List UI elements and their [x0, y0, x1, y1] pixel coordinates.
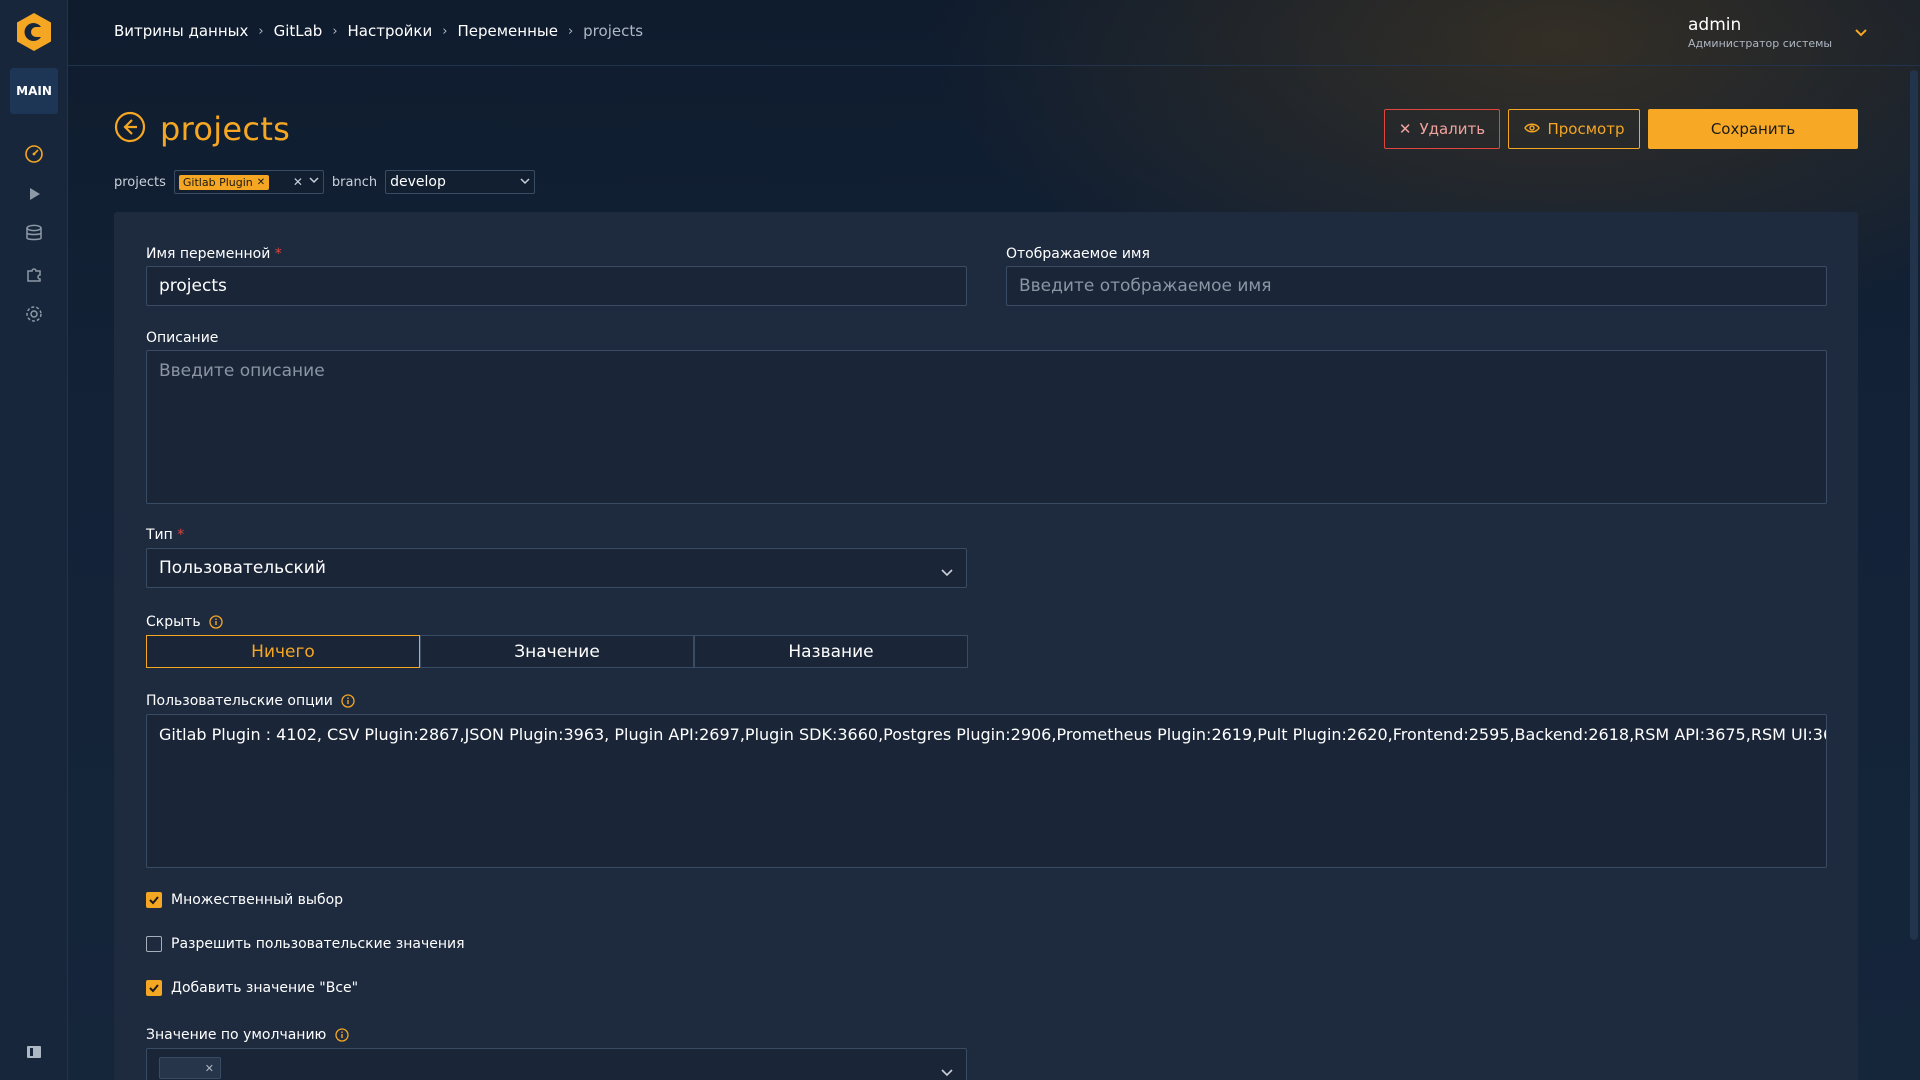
projects-filter-select[interactable]: Gitlab Plugin ✕ ✕ [173, 170, 324, 194]
breadcrumb-item[interactable]: Витрины данных [114, 22, 248, 40]
chevron-down-icon[interactable] [1854, 23, 1868, 42]
gear-icon[interactable] [24, 304, 44, 324]
required-marker: * [274, 246, 282, 262]
info-icon[interactable] [341, 694, 355, 708]
chevron-down-icon[interactable] [309, 174, 319, 189]
puzzle-icon[interactable] [24, 264, 44, 284]
back-arrow-icon[interactable] [114, 111, 146, 147]
chevron-right-icon: › [258, 23, 264, 39]
breadcrumb-item[interactable]: GitLab [274, 22, 323, 40]
description-textarea[interactable]: Введите описание [146, 350, 1827, 504]
type-select-value: Пользовательский [159, 558, 326, 578]
preview-button-label: Просмотр [1547, 120, 1625, 138]
add-all-checkbox[interactable] [146, 980, 162, 996]
display-name-label: Отображаемое имя [1006, 246, 1150, 262]
multi-select-checkbox[interactable] [146, 892, 162, 908]
selected-tag-label: Gitlab Plugin [182, 175, 253, 189]
var-name-input[interactable]: projects [146, 266, 967, 306]
user-name: admin [1688, 15, 1742, 35]
chevron-down-icon [940, 1063, 954, 1080]
remove-tag-icon[interactable]: ✕ [257, 177, 265, 188]
hide-label-text: Скрыть [146, 614, 201, 630]
hide-option-name[interactable]: Название [694, 635, 968, 668]
close-icon: ✕ [1398, 120, 1412, 138]
info-icon[interactable] [335, 1028, 349, 1042]
default-value-label: Значение по умолчанию [146, 1027, 349, 1043]
branch-filter-select[interactable]: develop [385, 170, 536, 194]
breadcrumb-item[interactable]: Переменные [457, 22, 558, 40]
clear-icon[interactable]: ✕ [293, 175, 303, 189]
delete-button[interactable]: ✕ Удалить [1384, 109, 1500, 149]
breadcrumb-current: projects [583, 22, 644, 40]
type-select[interactable]: Пользовательский [146, 548, 967, 588]
branch-value: develop [390, 174, 446, 190]
delete-button-label: Удалить [1419, 120, 1486, 138]
hide-option-nothing[interactable]: Ничего [146, 635, 420, 668]
chevron-right-icon: › [567, 23, 574, 39]
multi-select-label: Множественный выбор [171, 892, 344, 908]
required-marker: * [177, 527, 185, 543]
chevron-right-icon: › [442, 23, 448, 39]
chevron-down-icon[interactable] [520, 174, 530, 190]
branch-filter-label: branch [331, 174, 378, 190]
page-scrollbar[interactable] [1910, 70, 1918, 940]
preview-button[interactable]: Просмотр [1508, 109, 1640, 149]
info-icon[interactable] [209, 615, 223, 629]
allow-custom-checkbox[interactable] [146, 936, 162, 952]
add-all-checkbox-row[interactable]: Добавить значение "Все" [146, 980, 358, 996]
user-menu[interactable]: admin Администратор системы [1688, 15, 1868, 50]
add-all-label: Добавить значение "Все" [171, 980, 359, 996]
page-title: projects [160, 110, 291, 148]
allow-custom-checkbox-row[interactable]: Разрешить пользовательские значения [146, 936, 465, 952]
title-row: projects [114, 110, 290, 148]
breadcrumb-item[interactable]: Настройки [348, 22, 433, 40]
speedometer-icon[interactable] [24, 144, 44, 164]
type-label: Тип * [146, 527, 184, 543]
display-name-input[interactable]: Введите отображаемое имя [1006, 266, 1827, 306]
custom-options-label: Пользовательские опции [146, 693, 355, 709]
default-value-select[interactable]: ✕ [146, 1048, 967, 1080]
breadcrumb: Витрины данных › GitLab › Настройки › Пе… [114, 22, 643, 40]
action-buttons: ✕ Удалить Просмотр Сохранить [1384, 109, 1858, 149]
var-name-label-text: Имя переменной [146, 246, 271, 262]
selected-tag: Gitlab Plugin ✕ [178, 174, 270, 190]
custom-options-label-text: Пользовательские опции [146, 693, 333, 709]
type-label-text: Тип [146, 527, 173, 543]
default-value-tag[interactable]: ✕ [159, 1057, 221, 1079]
main-workspace-badge[interactable]: MAIN [10, 68, 58, 114]
chevron-right-icon: › [332, 23, 338, 39]
description-label: Описание [146, 330, 219, 346]
hide-segmented-control: Ничего Значение Название [146, 635, 968, 668]
projects-filter-label: projects [114, 174, 166, 190]
app-logo[interactable] [14, 12, 54, 52]
sidebar-collapse-icon[interactable] [26, 1044, 42, 1060]
save-button[interactable]: Сохранить [1648, 109, 1858, 149]
chevron-down-icon [940, 563, 954, 583]
sidebar: MAIN [0, 0, 68, 1080]
default-value-label-text: Значение по умолчанию [146, 1027, 327, 1043]
play-icon[interactable] [24, 184, 44, 204]
var-name-label: Имя переменной * [146, 246, 282, 262]
hide-option-value[interactable]: Значение [420, 635, 694, 668]
variable-form: Имя переменной * projects Отображаемое и… [114, 212, 1858, 1080]
allow-custom-label: Разрешить пользовательские значения [171, 936, 465, 952]
database-icon[interactable] [24, 223, 44, 243]
custom-options-textarea[interactable]: Gitlab Plugin : 4102, CSV Plugin:2867,JS… [146, 714, 1827, 868]
eye-icon [1523, 120, 1540, 138]
variable-filters: projects Gitlab Plugin ✕ ✕ branch develo… [114, 170, 536, 194]
user-role: Администратор системы [1688, 37, 1833, 50]
remove-tag-icon[interactable]: ✕ [205, 1062, 214, 1075]
multi-select-checkbox-row[interactable]: Множественный выбор [146, 892, 343, 908]
top-bar: Витрины данных › GitLab › Настройки › Пе… [68, 0, 1920, 66]
hide-label: Скрыть [146, 614, 223, 630]
